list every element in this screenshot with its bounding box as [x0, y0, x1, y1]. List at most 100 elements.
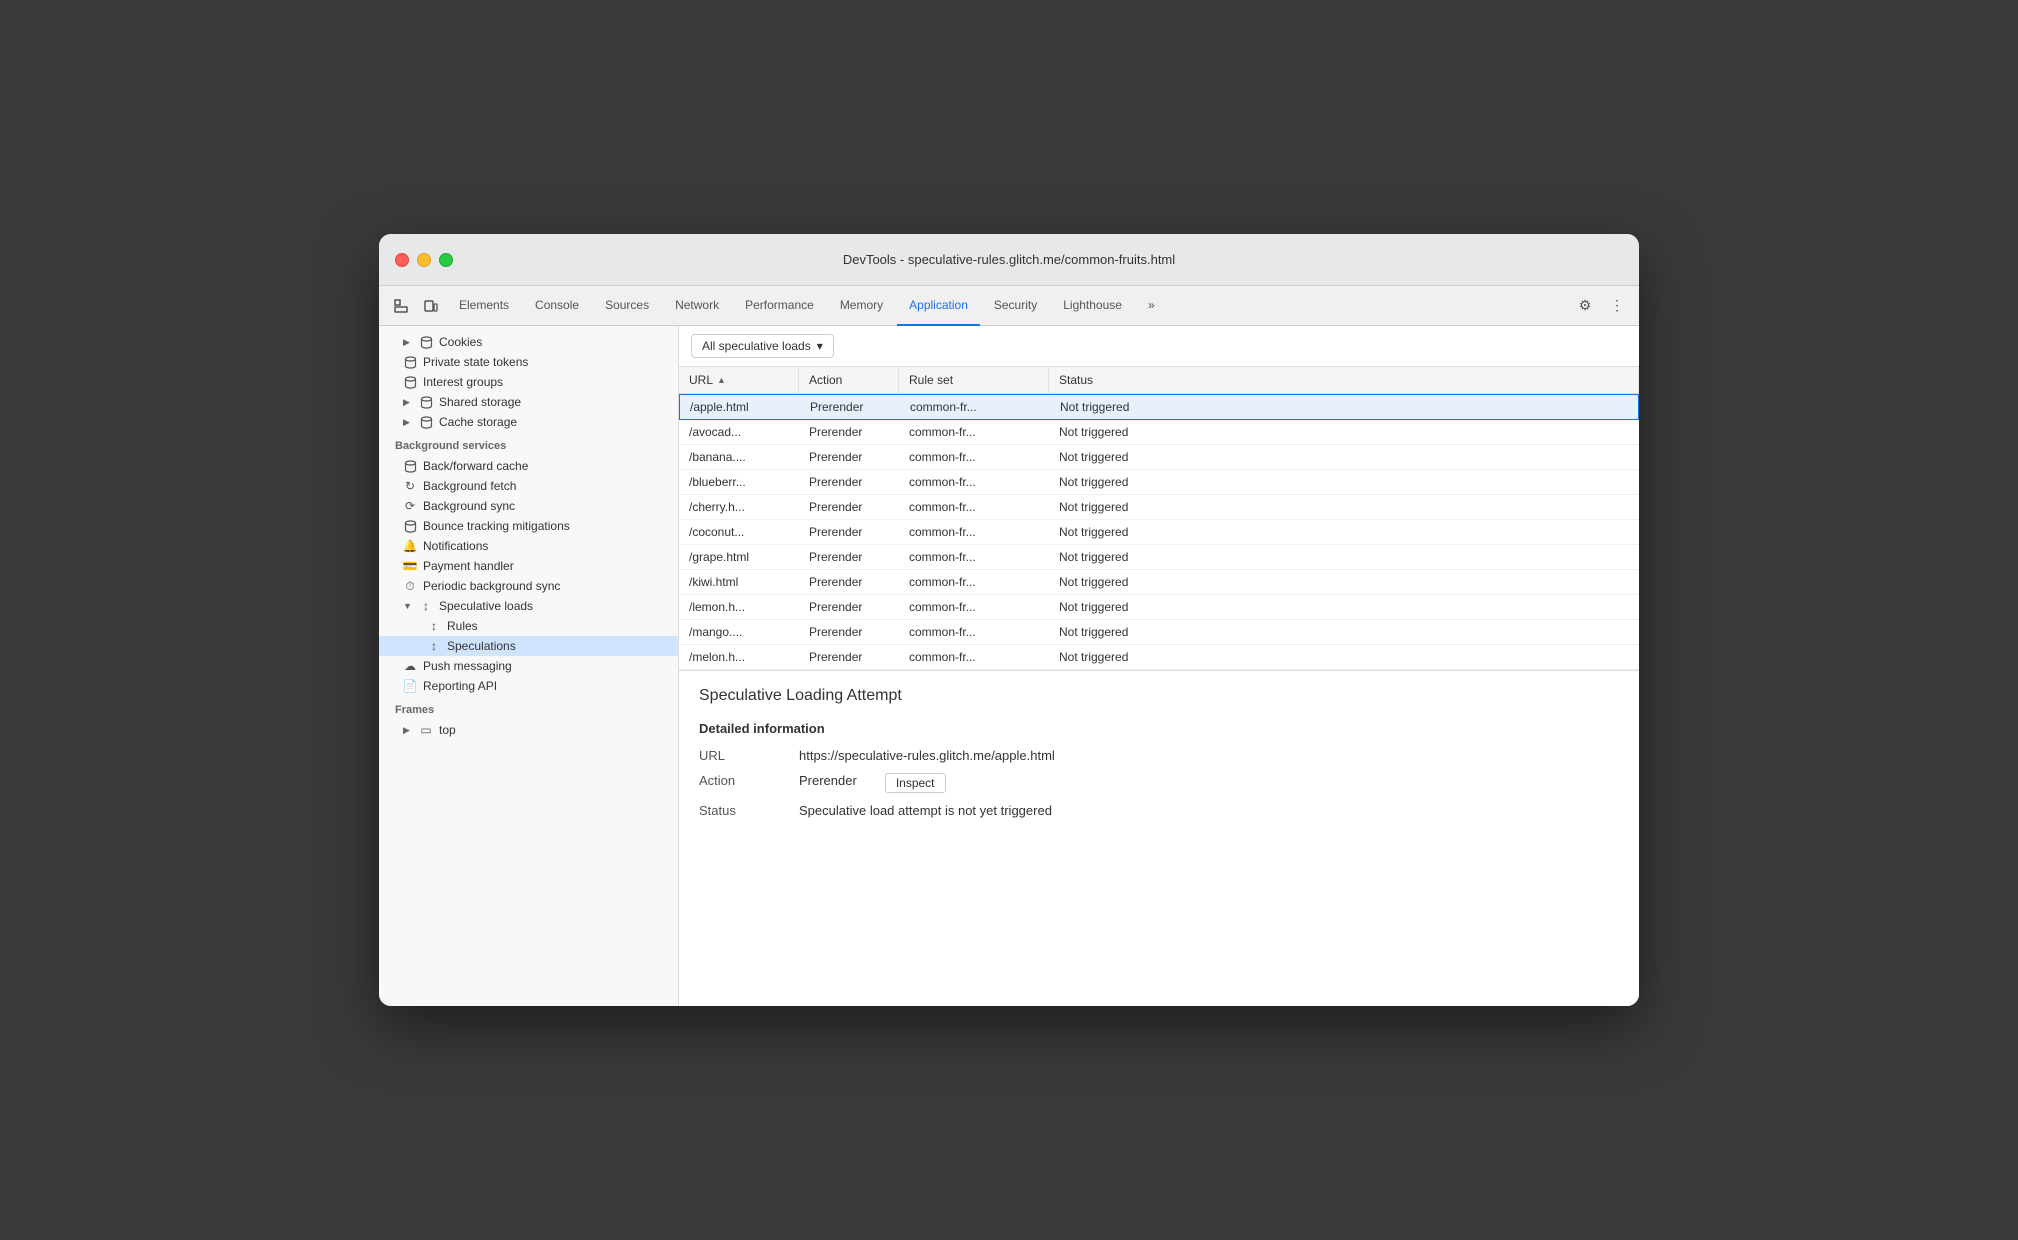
expand-arrow-icon-top: ▶: [403, 725, 413, 736]
table-row[interactable]: /blueberr... Prerender common-fr... Not …: [679, 470, 1639, 495]
tab-application[interactable]: Application: [897, 286, 980, 326]
table-row[interactable]: /mango.... Prerender common-fr... Not tr…: [679, 620, 1639, 645]
tab-memory[interactable]: Memory: [828, 286, 895, 326]
inspect-button[interactable]: Inspect: [885, 773, 946, 793]
table-row[interactable]: /cherry.h... Prerender common-fr... Not …: [679, 495, 1639, 520]
sidebar-item-top[interactable]: ▶ ▭ top: [379, 720, 678, 740]
sidebar-item-payment-handler[interactable]: 💳 Payment handler: [379, 556, 678, 576]
filter-dropdown[interactable]: All speculative loads ▾: [691, 334, 834, 358]
cell-rule-set: common-fr...: [899, 620, 1049, 644]
database-icon-2: [403, 355, 417, 369]
bell-icon: 🔔: [403, 539, 417, 553]
tab-network[interactable]: Network: [663, 286, 731, 326]
table-row[interactable]: /kiwi.html Prerender common-fr... Not tr…: [679, 570, 1639, 595]
table-row[interactable]: /avocad... Prerender common-fr... Not tr…: [679, 420, 1639, 445]
sidebar-item-background-fetch[interactable]: ↻ Background fetch: [379, 476, 678, 496]
sidebar-item-push-messaging[interactable]: ☁ Push messaging: [379, 656, 678, 676]
table-row[interactable]: /banana.... Prerender common-fr... Not t…: [679, 445, 1639, 470]
cell-status: Not triggered: [1050, 395, 1638, 419]
cell-action: Prerender: [799, 545, 899, 569]
tab-more[interactable]: »: [1136, 286, 1167, 326]
back-forward-cache-label: Back/forward cache: [423, 459, 528, 473]
cell-action: Prerender: [799, 520, 899, 544]
sidebar-item-bounce-tracking[interactable]: Bounce tracking mitigations: [379, 516, 678, 536]
cell-status: Not triggered: [1049, 445, 1639, 469]
tab-elements[interactable]: Elements: [447, 286, 521, 326]
inspect-element-icon[interactable]: [387, 292, 415, 320]
tab-performance[interactable]: Performance: [733, 286, 826, 326]
file-icon: 📄: [403, 679, 417, 693]
cell-action: Prerender: [799, 645, 899, 669]
table-row[interactable]: /melon.h... Prerender common-fr... Not t…: [679, 645, 1639, 670]
window-title: DevTools - speculative-rules.glitch.me/c…: [843, 252, 1175, 267]
tab-sources[interactable]: Sources: [593, 286, 661, 326]
table-row[interactable]: /grape.html Prerender common-fr... Not t…: [679, 545, 1639, 570]
status-value: Speculative load attempt is not yet trig…: [799, 803, 1052, 818]
col-header-url[interactable]: URL ▲: [679, 367, 799, 393]
rules-label: Rules: [447, 619, 478, 633]
cell-rule-set: common-fr...: [899, 520, 1049, 544]
interest-groups-label: Interest groups: [423, 375, 503, 389]
background-sync-label: Background sync: [423, 499, 515, 513]
payment-handler-label: Payment handler: [423, 559, 514, 573]
sidebar: ▶ Cookies Private state tokens Interest …: [379, 326, 679, 1006]
cell-rule-set: common-fr...: [899, 495, 1049, 519]
cell-url: /apple.html: [680, 395, 800, 419]
more-options-icon[interactable]: ⋮: [1603, 292, 1631, 320]
col-header-rule-set[interactable]: Rule set: [899, 367, 1049, 393]
sidebar-item-cache-storage[interactable]: ▶ Cache storage: [379, 412, 678, 432]
expand-arrow-icon-shared: ▶: [403, 397, 413, 408]
database-icon-4: [419, 395, 433, 409]
sidebar-item-private-state-tokens[interactable]: Private state tokens: [379, 352, 678, 372]
cell-status: Not triggered: [1049, 495, 1639, 519]
sidebar-item-notifications[interactable]: 🔔 Notifications: [379, 536, 678, 556]
settings-icon[interactable]: ⚙: [1571, 292, 1599, 320]
device-toolbar-icon[interactable]: [417, 292, 445, 320]
table-body: /apple.html Prerender common-fr... Not t…: [679, 394, 1639, 670]
main-layout: ▶ Cookies Private state tokens Interest …: [379, 326, 1639, 1006]
maximize-button[interactable]: [439, 253, 453, 267]
tab-security[interactable]: Security: [982, 286, 1049, 326]
sidebar-item-cookies[interactable]: ▶ Cookies: [379, 332, 678, 352]
sidebar-item-background-sync[interactable]: ⟳ Background sync: [379, 496, 678, 516]
cell-url: /coconut...: [679, 520, 799, 544]
tab-lighthouse[interactable]: Lighthouse: [1051, 286, 1134, 326]
action-value: Prerender: [799, 773, 857, 788]
cell-rule-set: common-fr...: [899, 470, 1049, 494]
speculative-icon: ↕: [419, 599, 433, 613]
tab-console[interactable]: Console: [523, 286, 591, 326]
cell-url: /banana....: [679, 445, 799, 469]
col-header-status[interactable]: Status: [1049, 367, 1639, 393]
action-label: Action: [699, 773, 779, 788]
table-row[interactable]: /coconut... Prerender common-fr... Not t…: [679, 520, 1639, 545]
periodic-background-sync-label: Periodic background sync: [423, 579, 560, 593]
table-row[interactable]: /lemon.h... Prerender common-fr... Not t…: [679, 595, 1639, 620]
cell-rule-set: common-fr...: [900, 395, 1050, 419]
sort-icon: ▲: [717, 375, 726, 385]
cloud-icon: ☁: [403, 659, 417, 673]
sidebar-item-reporting-api[interactable]: 📄 Reporting API: [379, 676, 678, 696]
cell-action: Prerender: [799, 595, 899, 619]
col-header-action[interactable]: Action: [799, 367, 899, 393]
details-title: Speculative Loading Attempt: [699, 687, 1619, 705]
sidebar-item-shared-storage[interactable]: ▶ Shared storage: [379, 392, 678, 412]
sidebar-item-speculations[interactable]: ↕ Speculations: [379, 636, 678, 656]
speculations-label: Speculations: [447, 639, 516, 653]
cell-status: Not triggered: [1049, 545, 1639, 569]
cell-action: Prerender: [799, 420, 899, 444]
speculative-toolbar: All speculative loads ▾: [679, 326, 1639, 367]
database-icon-3: [403, 375, 417, 389]
cell-url: /cherry.h...: [679, 495, 799, 519]
cell-url: /grape.html: [679, 545, 799, 569]
table-row[interactable]: /apple.html Prerender common-fr... Not t…: [679, 394, 1639, 420]
cell-rule-set: common-fr...: [899, 445, 1049, 469]
sidebar-item-speculative-loads[interactable]: ▼ ↕ Speculative loads: [379, 596, 678, 616]
sidebar-item-back-forward-cache[interactable]: Back/forward cache: [379, 456, 678, 476]
sidebar-item-rules[interactable]: ↕ Rules: [379, 616, 678, 636]
sidebar-item-interest-groups[interactable]: Interest groups: [379, 372, 678, 392]
refresh-icon: ↻: [403, 479, 417, 493]
close-button[interactable]: [395, 253, 409, 267]
sidebar-item-periodic-background-sync[interactable]: ⏱ Periodic background sync: [379, 576, 678, 596]
database-icon-6: [403, 459, 417, 473]
minimize-button[interactable]: [417, 253, 431, 267]
